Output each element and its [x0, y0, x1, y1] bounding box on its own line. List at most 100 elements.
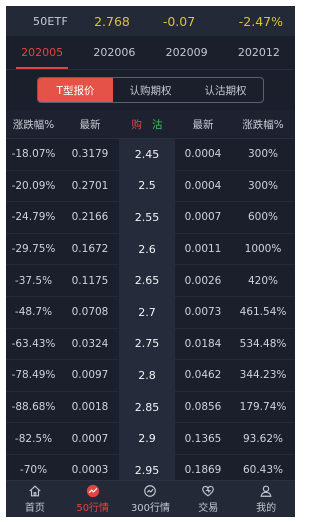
strike-price: 2.5 — [119, 170, 175, 202]
segment-call-options[interactable]: 认购期权 — [113, 78, 188, 102]
table-row[interactable]: -78.49% 0.0097 2.8 0.0462 344.23% — [6, 360, 295, 392]
put-change-pct: 60.43% — [242, 464, 284, 477]
expiry-month-tabs: 202005 202006 202009 202012 — [6, 36, 295, 70]
tab-month-202012[interactable]: 202012 — [223, 36, 295, 69]
call-change-pct: -82.5% — [14, 432, 53, 445]
table-row[interactable]: -24.79% 0.2166 2.55 0.0007 600% — [6, 202, 295, 234]
put-change-pct: 420% — [247, 274, 279, 287]
strike-price: 2.45 — [119, 139, 175, 170]
strike-price: 2.55 — [119, 202, 175, 233]
table-row[interactable]: -88.68% 0.0018 2.85 0.0856 179.74% — [6, 391, 295, 424]
segment-t-quote[interactable]: T型报价 — [38, 78, 113, 102]
home-icon — [29, 485, 41, 497]
tab-mine[interactable]: 我的 — [237, 481, 295, 517]
header-call-latest: 最新 — [79, 118, 101, 131]
put-latest: 0.0004 — [184, 148, 222, 161]
tab-home[interactable]: 首页 — [6, 481, 64, 517]
strike-price: 2.6 — [119, 233, 175, 265]
bottom-tab-bar: 首页 50行情 300行情 交易 我的 — [6, 480, 295, 517]
put-latest: 0.1365 — [184, 432, 222, 445]
header-call-change-pct: 涨跌幅% — [12, 118, 55, 131]
call-change-pct: -70% — [19, 464, 48, 477]
underlying-change: -0.07 — [162, 13, 196, 29]
tab-50-market[interactable]: 50行情 — [64, 481, 122, 517]
call-latest: 0.3179 — [71, 148, 109, 161]
segmented-control: T型报价 认购期权 认沽期权 — [37, 77, 264, 103]
tab-300-market[interactable]: 300行情 — [122, 481, 180, 517]
call-change-pct: -29.75% — [11, 243, 56, 256]
header-buy: 购 — [131, 118, 143, 131]
call-latest: 0.2701 — [71, 179, 109, 192]
call-latest: 0.0018 — [71, 401, 109, 414]
call-latest: 0.0007 — [71, 432, 109, 445]
tab-300-market-label: 300行情 — [130, 503, 171, 514]
strike-price: 2.9 — [119, 423, 175, 454]
put-latest: 0.0007 — [184, 211, 222, 224]
app-screen: 50ETF 2.768 -0.07 -2.47% 202005 202006 2… — [6, 6, 295, 517]
call-latest: 0.1175 — [71, 274, 109, 287]
put-latest: 0.0462 — [184, 369, 222, 382]
put-change-pct: 534.48% — [239, 337, 287, 350]
table-row[interactable]: -37.5% 0.1175 2.65 0.0026 420% — [6, 265, 295, 297]
quote-header: 50ETF 2.768 -0.07 -2.47% — [6, 6, 295, 36]
header-put-change-pct: 涨跌幅% — [242, 118, 284, 131]
tab-month-202005[interactable]: 202005 — [6, 36, 78, 69]
call-change-pct: -63.43% — [11, 337, 56, 350]
strike-price: 2.85 — [119, 391, 175, 423]
call-change-pct: -24.79% — [11, 211, 56, 224]
put-latest: 0.1869 — [184, 464, 222, 477]
table-row[interactable]: -48.7% 0.0708 2.7 0.0073 461.54% — [6, 296, 295, 329]
tab-month-202009[interactable]: 202009 — [151, 36, 223, 69]
header-sell: 沽 — [152, 118, 163, 131]
table-row[interactable]: -29.75% 0.1672 2.6 0.0011 1000% — [6, 233, 295, 266]
table-row[interactable]: -18.07% 0.3179 2.45 0.0004 300% — [6, 139, 295, 171]
table-header: 涨跌幅% 最新 购 沽 最新 涨跌幅% — [6, 110, 295, 139]
option-chain-table: -18.07% 0.3179 2.45 0.0004 300% -20.09% 0.270… — [6, 139, 295, 487]
put-latest: 0.0026 — [184, 274, 222, 287]
call-change-pct: -78.49% — [11, 369, 56, 382]
table-row[interactable]: -63.43% 0.0324 2.75 0.0184 534.48% — [6, 328, 295, 361]
call-change-pct: -48.7% — [14, 306, 53, 319]
put-change-pct: 179.74% — [239, 401, 287, 414]
put-change-pct: 300% — [247, 148, 279, 161]
trend-icon — [86, 484, 99, 498]
put-latest: 0.0856 — [184, 401, 222, 414]
call-change-pct: -88.68% — [11, 401, 56, 414]
put-change-pct: 93.62% — [242, 432, 284, 445]
header-strike: 购 沽 — [119, 117, 175, 132]
underlying-change-pct: -2.47% — [238, 13, 283, 29]
gauge-icon — [144, 485, 157, 497]
tab-50-market-label: 50行情 — [76, 503, 110, 514]
call-latest: 0.1672 — [71, 243, 109, 256]
segment-put-options[interactable]: 认沽期权 — [188, 78, 263, 102]
strike-price: 2.8 — [119, 360, 175, 391]
put-change-pct: 461.54% — [239, 306, 287, 319]
strike-price: 2.75 — [119, 328, 175, 360]
tab-trade[interactable]: 交易 — [179, 481, 237, 517]
put-change-pct: 300% — [247, 179, 279, 192]
put-latest: 0.0004 — [184, 179, 222, 192]
tab-home-label: 首页 — [24, 503, 45, 514]
call-latest: 0.2166 — [71, 211, 109, 224]
header-put-latest: 最新 — [192, 118, 214, 131]
call-latest: 0.0097 — [71, 369, 109, 382]
heart-icon — [202, 485, 215, 497]
table-row[interactable]: -82.5% 0.0007 2.9 0.1365 93.62% — [6, 423, 295, 455]
underlying-symbol: 50ETF — [33, 14, 68, 28]
underlying-price: 2.768 — [94, 13, 130, 29]
put-change-pct: 344.23% — [239, 369, 287, 382]
strike-price: 2.65 — [119, 265, 175, 296]
put-change-pct: 1000% — [244, 243, 282, 256]
tab-month-202006[interactable]: 202006 — [78, 36, 150, 69]
call-latest: 0.0003 — [71, 464, 109, 477]
call-latest: 0.0708 — [71, 306, 109, 319]
call-change-pct: -37.5% — [14, 274, 53, 287]
strike-price: 2.7 — [119, 296, 175, 328]
put-latest: 0.0011 — [184, 243, 222, 256]
tab-trade-label: 交易 — [198, 503, 219, 514]
user-icon — [260, 485, 272, 497]
table-row[interactable]: -20.09% 0.2701 2.5 0.0004 300% — [6, 170, 295, 203]
call-change-pct: -20.09% — [11, 179, 56, 192]
put-latest: 0.0184 — [184, 337, 222, 350]
call-change-pct: -18.07% — [11, 148, 56, 161]
